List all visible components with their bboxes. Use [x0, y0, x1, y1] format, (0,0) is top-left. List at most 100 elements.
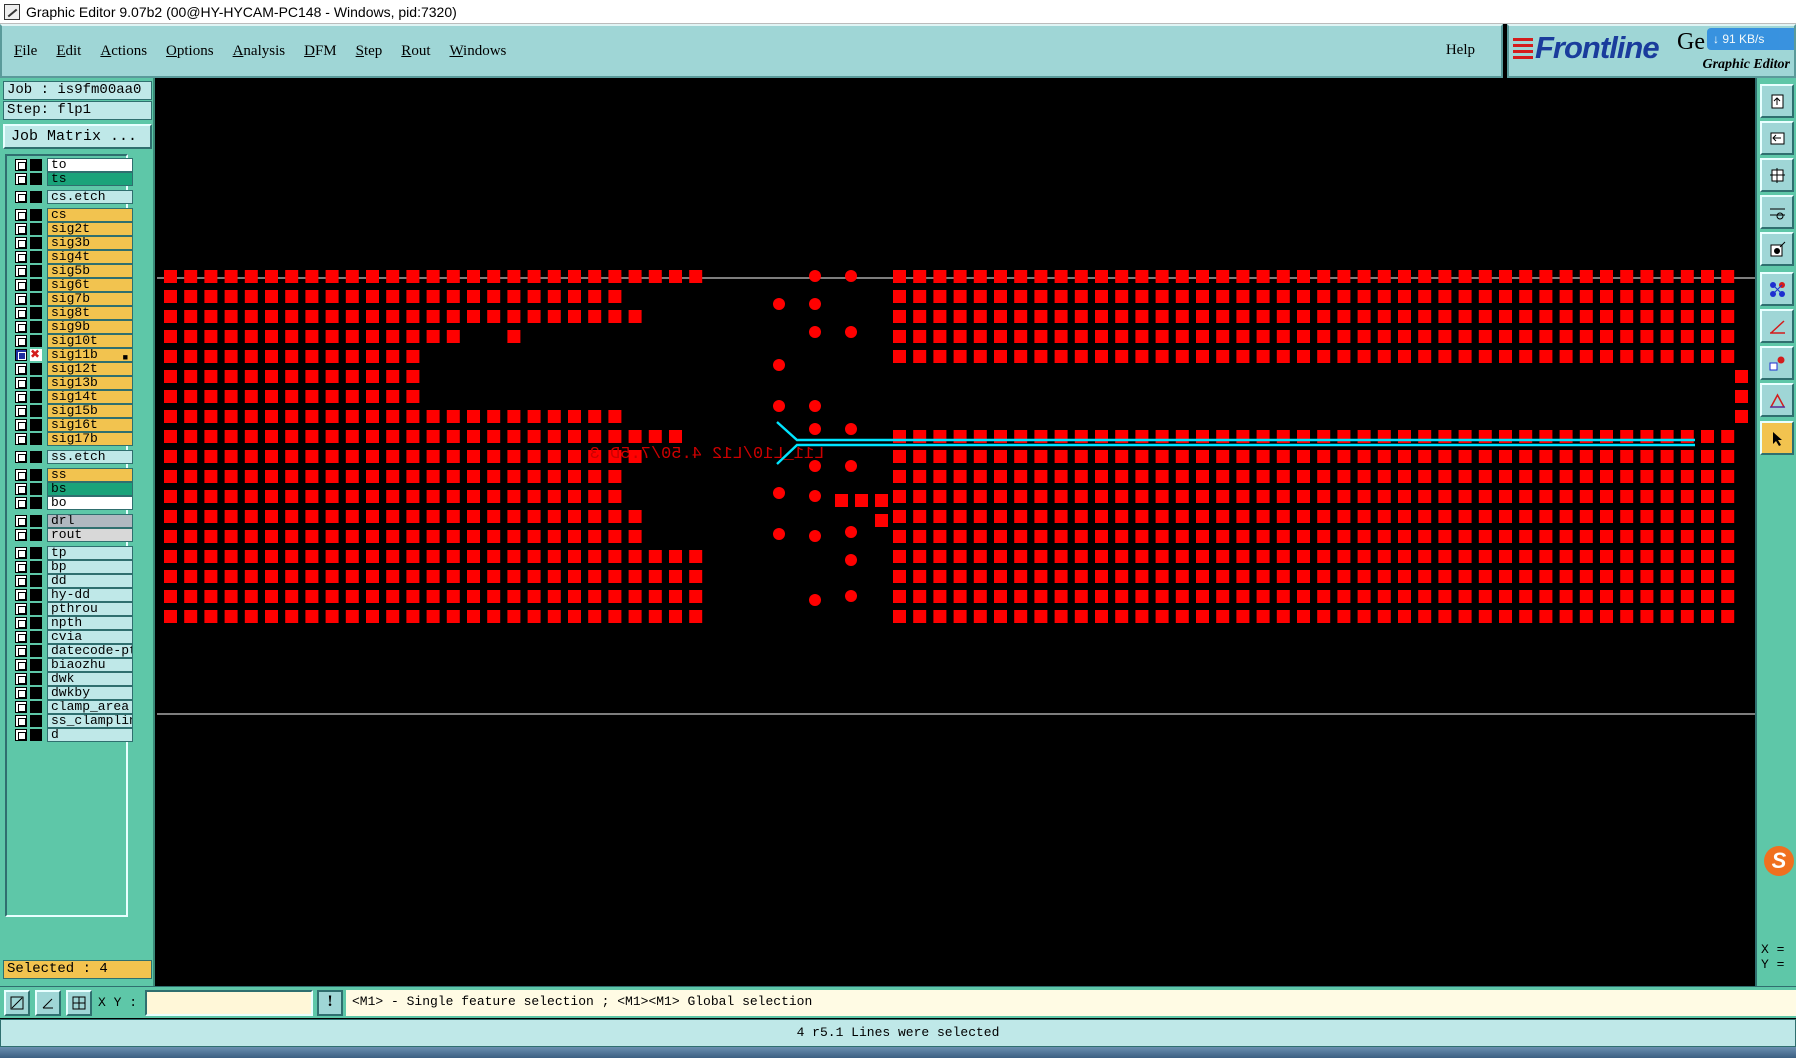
smd-pad[interactable]: [285, 410, 299, 423]
layer-name[interactable]: sig12t: [47, 362, 133, 376]
smd-pad[interactable]: [1115, 510, 1129, 523]
layer-display-mark[interactable]: [30, 659, 42, 671]
via-pad[interactable]: [845, 526, 857, 538]
smd-pad[interactable]: [467, 570, 480, 583]
smd-pad[interactable]: [1297, 530, 1310, 543]
smd-pad[interactable]: [1095, 290, 1108, 303]
smd-pad[interactable]: [1735, 370, 1748, 383]
smd-pad[interactable]: [1519, 450, 1533, 463]
smd-pad[interactable]: [953, 530, 967, 543]
smd-pad[interactable]: [1579, 290, 1593, 303]
smd-pad[interactable]: [1135, 550, 1149, 563]
smd-pad[interactable]: [1539, 530, 1553, 543]
layer-row-datecode-pte[interactable]: datecode-pte: [11, 644, 133, 658]
via-pad[interactable]: [809, 423, 821, 435]
smd-pad[interactable]: [1579, 590, 1593, 603]
smd-pad[interactable]: [1034, 270, 1048, 283]
smd-pad[interactable]: [1095, 350, 1108, 363]
smd-pad[interactable]: [164, 570, 177, 583]
smd-pad[interactable]: [386, 590, 400, 603]
smd-pad[interactable]: [994, 470, 1007, 483]
smd-pad[interactable]: [305, 570, 319, 583]
smd-pad[interactable]: [224, 270, 238, 283]
smd-pad[interactable]: [265, 390, 278, 403]
menu-actions[interactable]: Actions: [100, 43, 147, 60]
smd-pad[interactable]: [628, 530, 642, 543]
via-pad[interactable]: [809, 594, 821, 606]
smd-pad[interactable]: [224, 330, 238, 343]
smd-pad[interactable]: [345, 570, 359, 583]
smd-pad[interactable]: [1620, 570, 1634, 583]
layer-name[interactable]: tp: [47, 546, 133, 560]
smd-pad[interactable]: [1701, 290, 1714, 303]
smd-pad[interactable]: [204, 330, 218, 343]
smd-pad[interactable]: [224, 610, 238, 623]
smd-pad[interactable]: [244, 270, 258, 283]
smd-pad[interactable]: [224, 430, 238, 443]
smd-pad[interactable]: [1297, 290, 1310, 303]
smd-pad[interactable]: [1418, 270, 1432, 283]
smd-pad[interactable]: [345, 390, 359, 403]
smd-pad[interactable]: [1297, 510, 1310, 523]
smd-pad[interactable]: [1236, 570, 1250, 583]
layer-display-mark[interactable]: [30, 729, 42, 741]
smd-pad[interactable]: [1398, 450, 1411, 463]
smd-pad[interactable]: [184, 370, 198, 383]
smd-pad[interactable]: [1095, 530, 1108, 543]
smd-pad[interactable]: [1135, 610, 1149, 623]
layer-name[interactable]: drl: [47, 514, 133, 528]
smd-pad[interactable]: [1600, 550, 1613, 563]
smd-pad[interactable]: [1539, 510, 1553, 523]
smd-pad[interactable]: [1297, 270, 1310, 283]
smd-pad[interactable]: [285, 310, 299, 323]
smd-pad[interactable]: [325, 310, 339, 323]
smd-pad[interactable]: [426, 510, 440, 523]
smd-pad[interactable]: [1337, 510, 1351, 523]
smd-pad[interactable]: [467, 310, 480, 323]
smd-pad[interactable]: [953, 470, 967, 483]
smd-pad[interactable]: [467, 490, 480, 503]
smd-pad[interactable]: [1377, 530, 1391, 543]
smd-pad[interactable]: [265, 490, 278, 503]
smd-pad[interactable]: [467, 530, 480, 543]
smd-pad[interactable]: [689, 270, 703, 283]
smd-pad[interactable]: [648, 570, 662, 583]
smd-pad[interactable]: [1458, 350, 1472, 363]
smd-pad[interactable]: [953, 350, 967, 363]
smd-pad[interactable]: [1499, 590, 1512, 603]
smd-pad[interactable]: [1559, 590, 1573, 603]
smd-pad[interactable]: [406, 490, 420, 503]
smd-pad[interactable]: [1014, 530, 1028, 543]
smd-pad[interactable]: [184, 410, 198, 423]
smd-pad[interactable]: [487, 510, 501, 523]
smd-pad[interactable]: [204, 290, 218, 303]
smd-pad[interactable]: [933, 450, 947, 463]
smd-pad[interactable]: [1680, 290, 1694, 303]
smd-pad[interactable]: [305, 270, 319, 283]
smd-pad[interactable]: [1579, 350, 1593, 363]
layer-display-mark[interactable]: [30, 715, 42, 727]
smd-pad[interactable]: [265, 510, 278, 523]
smd-pad[interactable]: [1014, 550, 1028, 563]
smd-pad[interactable]: [1175, 350, 1189, 363]
smd-pad[interactable]: [204, 550, 218, 563]
smd-pad[interactable]: [1458, 570, 1472, 583]
smd-pad[interactable]: [305, 490, 319, 503]
smd-pad[interactable]: [1600, 350, 1613, 363]
smd-pad[interactable]: [527, 550, 541, 563]
smd-pad[interactable]: [204, 570, 218, 583]
smd-pad[interactable]: [648, 270, 662, 283]
smd-pad[interactable]: [608, 510, 622, 523]
smd-pad[interactable]: [1701, 590, 1714, 603]
smd-pad[interactable]: [406, 570, 420, 583]
smd-pad[interactable]: [1276, 490, 1290, 503]
smd-pad[interactable]: [164, 510, 177, 523]
smd-pad[interactable]: [1478, 530, 1492, 543]
smd-pad[interactable]: [1701, 430, 1714, 443]
smd-pad[interactable]: [1680, 550, 1694, 563]
layer-name[interactable]: pthrou: [47, 602, 133, 616]
smd-pad[interactable]: [426, 590, 440, 603]
smd-pad[interactable]: [1559, 350, 1573, 363]
smd-pad[interactable]: [588, 270, 602, 283]
layer-row-sig10t[interactable]: sig10t: [11, 334, 133, 348]
